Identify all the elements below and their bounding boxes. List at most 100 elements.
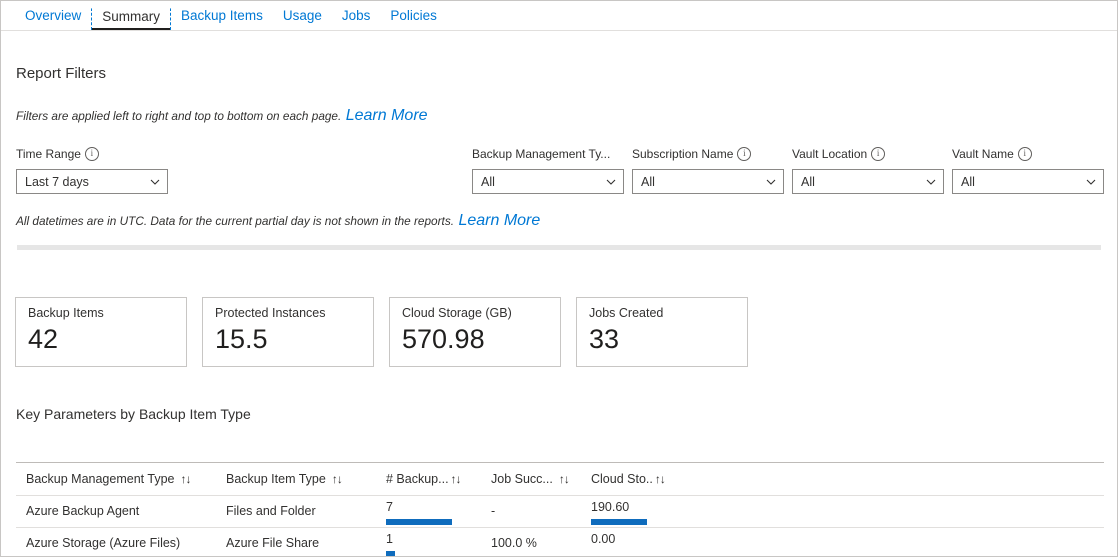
- sort-icon[interactable]: ↑↓: [655, 472, 666, 486]
- cell-text: 100.0 %: [491, 536, 537, 550]
- filter-label-text: Subscription Name: [632, 147, 734, 161]
- tab-jobs[interactable]: Jobs: [332, 8, 381, 30]
- select-value: Last 7 days: [25, 174, 89, 189]
- kpi-card-row: Backup Items 42 Protected Instances 15.5…: [15, 297, 748, 367]
- sort-icon[interactable]: ↑↓: [332, 472, 343, 486]
- cell-cloud-storage: 190.60: [581, 495, 691, 528]
- cell-job-success: -: [481, 495, 581, 528]
- utc-note-learn-more-link[interactable]: Learn More: [458, 212, 540, 229]
- cell-job-success: 100.0 %: [481, 527, 581, 556]
- tab-label: Usage: [282, 8, 322, 23]
- filter-controls: Time Range i Last 7 days Backup Manageme…: [1, 146, 1117, 194]
- time-range-select[interactable]: Last 7 days: [16, 169, 168, 194]
- column-label: Cloud Sto..: [591, 472, 653, 486]
- kpi-value: 42: [28, 324, 59, 354]
- kpi-title: Cloud Storage (GB): [402, 306, 512, 320]
- tab-label: Overview: [25, 8, 82, 23]
- utc-note: All datetimes are in UTC. Data for the c…: [16, 214, 454, 228]
- cell-text: -: [491, 504, 496, 518]
- info-icon[interactable]: i: [871, 147, 886, 161]
- key-parameters-table: Backup Management Type ↑↓ Backup Item Ty…: [16, 462, 1104, 556]
- info-icon[interactable]: i: [737, 147, 752, 161]
- filter-label: Subscription Name i: [632, 146, 784, 162]
- column-header-cloud-storage[interactable]: Cloud Sto.. ↑↓: [581, 462, 691, 496]
- tab-label: Backup Items: [181, 8, 263, 23]
- metric-value: 0.00: [591, 532, 616, 546]
- tab-backup-items[interactable]: Backup Items: [171, 8, 273, 30]
- tab-label: Jobs: [341, 8, 371, 23]
- metric-value: 1: [386, 532, 393, 546]
- tab-usage[interactable]: Usage: [273, 8, 332, 30]
- tab-label: Policies: [390, 8, 437, 23]
- column-header-job-success[interactable]: Job Succ... ↑↓: [481, 462, 581, 496]
- column-header-backup-item-type[interactable]: Backup Item Type ↑↓: [216, 462, 376, 496]
- table-row[interactable]: Azure Storage (Azure Files) Azure File S…: [16, 527, 1104, 556]
- kpi-card-protected-instances: Protected Instances 15.5: [202, 297, 374, 367]
- kpi-card-cloud-storage: Cloud Storage (GB) 570.98: [389, 297, 561, 367]
- info-icon[interactable]: i: [84, 147, 99, 161]
- filters-note: Filters are applied left to right and to…: [16, 109, 342, 123]
- report-tabs: Overview Summary Backup Items Usage Jobs…: [1, 1, 1117, 31]
- filter-label-text: Time Range: [16, 147, 81, 161]
- tab-summary[interactable]: Summary: [91, 8, 172, 30]
- cell-text: Azure File Share: [226, 536, 320, 550]
- column-header-backup-management-type[interactable]: Backup Management Type ↑↓: [16, 462, 216, 496]
- sort-icon[interactable]: ↑↓: [451, 472, 462, 486]
- cell-text: Azure Backup Agent: [26, 504, 140, 518]
- table-header-row: Backup Management Type ↑↓ Backup Item Ty…: [16, 462, 1104, 496]
- filter-time-range: Time Range i Last 7 days: [16, 146, 168, 194]
- chevron-down-icon: [150, 177, 160, 187]
- cell-management-type: Azure Backup Agent: [16, 495, 216, 528]
- filter-label-text: Vault Location: [792, 147, 868, 161]
- filter-label-text: Backup Management Ty...: [472, 147, 611, 161]
- chevron-down-icon: [606, 177, 616, 187]
- kpi-title: Backup Items: [28, 306, 104, 320]
- report-filters-heading: Report Filters: [16, 65, 107, 82]
- column-label: Job Succ...: [491, 472, 553, 486]
- kpi-title: Protected Instances: [215, 306, 326, 320]
- kpi-title: Jobs Created: [589, 306, 664, 320]
- backup-management-type-select[interactable]: All: [472, 169, 624, 194]
- report-summary-page: Overview Summary Backup Items Usage Jobs…: [0, 0, 1118, 557]
- vault-name-select[interactable]: All: [952, 169, 1104, 194]
- metric-cell: 1: [386, 528, 471, 556]
- chevron-down-icon: [926, 177, 936, 187]
- tab-overview[interactable]: Overview: [15, 8, 91, 30]
- filter-label: Backup Management Ty...: [472, 146, 624, 162]
- cell-item-type: Azure File Share: [216, 527, 376, 556]
- tab-label: Summary: [102, 9, 161, 24]
- cell-backup-items: 1: [376, 527, 481, 556]
- tab-policies[interactable]: Policies: [380, 8, 447, 30]
- filter-vault-name: Vault Name i All: [952, 146, 1104, 194]
- filter-label: Vault Location i: [792, 146, 944, 162]
- metric-cell: 0.00: [591, 528, 681, 556]
- select-value: All: [961, 174, 975, 189]
- kpi-value: 15.5: [215, 324, 268, 354]
- column-label: Backup Management Type: [26, 472, 175, 486]
- metric-value: 7: [386, 500, 393, 514]
- column-header-backup-items-count[interactable]: # Backup... ↑↓: [376, 462, 481, 496]
- metric-bar: [386, 551, 396, 556]
- metric-bar: [591, 519, 647, 525]
- filter-label-text: Vault Name: [952, 147, 1014, 161]
- info-icon[interactable]: i: [1017, 147, 1032, 161]
- sort-icon[interactable]: ↑↓: [180, 472, 191, 486]
- metric-bar: [386, 519, 453, 525]
- section-divider: [17, 245, 1101, 250]
- column-label: # Backup...: [386, 472, 449, 486]
- table-head: Backup Management Type ↑↓ Backup Item Ty…: [16, 462, 1104, 496]
- column-header-spacer: [691, 462, 1104, 496]
- cell-text: Azure Storage (Azure Files): [26, 536, 181, 550]
- filter-backup-management-type: Backup Management Ty... All: [472, 146, 624, 194]
- sort-icon[interactable]: ↑↓: [559, 472, 570, 486]
- vault-location-select[interactable]: All: [792, 169, 944, 194]
- filter-label: Time Range i: [16, 146, 168, 162]
- select-value: All: [641, 174, 655, 189]
- select-value: All: [801, 174, 815, 189]
- filter-label: Vault Name i: [952, 146, 1104, 162]
- table-row[interactable]: Azure Backup Agent Files and Folder 7 -: [16, 495, 1104, 528]
- subscription-name-select[interactable]: All: [632, 169, 784, 194]
- cell-item-type: Files and Folder: [216, 495, 376, 528]
- kpi-value: 33: [589, 324, 620, 354]
- filters-note-learn-more-link[interactable]: Learn More: [346, 107, 428, 124]
